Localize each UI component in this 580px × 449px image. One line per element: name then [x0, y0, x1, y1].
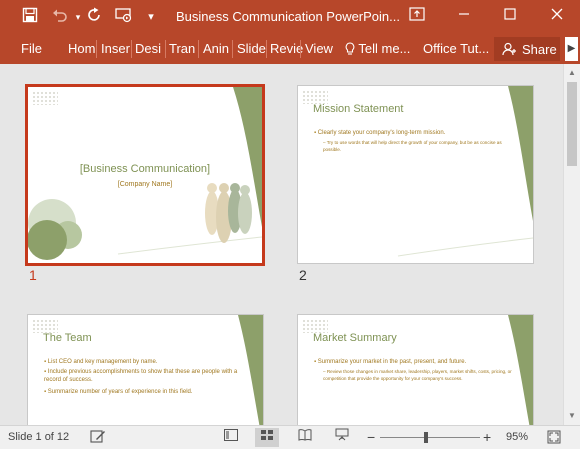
slide-thumbnail-4[interactable]: Market Summary Summarize your market in …	[297, 314, 534, 425]
fit-to-window-icon[interactable]	[547, 430, 561, 447]
save-icon[interactable]	[20, 7, 40, 27]
tab-home[interactable]: Hom	[68, 41, 95, 56]
slide-1-graphics	[28, 87, 262, 260]
tab-insert[interactable]: Inser	[101, 41, 130, 56]
zoom-slider-thumb[interactable]	[424, 432, 428, 443]
notes-edit-icon[interactable]	[90, 429, 106, 447]
share-button[interactable]: Share	[494, 37, 560, 61]
slide-thumbnail-3[interactable]: The Team List CEO and key management by …	[27, 314, 264, 425]
close-icon[interactable]	[547, 7, 567, 27]
tab-separator	[266, 40, 267, 58]
slide-title: Mission Statement	[313, 103, 404, 115]
slide-sorter: [Business Communication] [Company Name] …	[0, 64, 563, 425]
slide-bullet: Summarize number of years of experience …	[44, 388, 244, 396]
tab-file[interactable]: File	[21, 41, 42, 56]
tab-separator	[96, 40, 97, 58]
normal-view-button[interactable]	[219, 428, 243, 447]
minimize-icon[interactable]	[454, 7, 474, 27]
tab-animations[interactable]: Anin	[203, 41, 229, 56]
tab-design[interactable]: Desi	[135, 41, 161, 56]
tell-me-box[interactable]: Tell me...	[345, 41, 410, 56]
title-bar: ▾ ▾ Business Communication PowerPoin...	[0, 0, 580, 34]
tab-separator	[131, 40, 132, 58]
tab-office-tutorials[interactable]: Office Tut...	[423, 41, 489, 56]
present-from-beginning-icon[interactable]	[114, 7, 134, 27]
tab-separator	[300, 40, 301, 58]
tab-separator	[198, 40, 199, 58]
scroll-down-button[interactable]: ▼	[564, 408, 580, 424]
slide-sub-bullet: Try to use words that will help direct t…	[323, 140, 518, 153]
slide-subtitle: [Company Name]	[117, 181, 173, 188]
slide-bullet: Include previous accomplishments to show…	[44, 368, 244, 384]
zoom-out-button[interactable]: −	[367, 429, 375, 445]
scroll-up-button[interactable]: ▲	[564, 65, 580, 81]
slide-title: Market Summary	[313, 332, 397, 344]
tab-separator	[165, 40, 166, 58]
restore-icon[interactable]	[500, 7, 520, 27]
slide-bullet: Summarize your market in the past, prese…	[314, 358, 514, 366]
slide-bullet: Clearly state your company's long-term m…	[314, 129, 514, 137]
tab-slide-show[interactable]: Slide	[237, 41, 266, 56]
ribbon-scroll-right-button[interactable]: ▶	[565, 37, 578, 61]
slide-number: 2	[299, 267, 307, 283]
zoom-slider[interactable]	[380, 437, 480, 438]
slide-sorter-view-button[interactable]	[255, 428, 279, 447]
zoom-level[interactable]: 95%	[506, 431, 528, 443]
slide-title: [Business Communication]	[79, 163, 211, 175]
slide-sub-bullet: Review those changes in market share, le…	[323, 369, 515, 382]
ribbon-tabs: File Hom Inser Desi Tran Anin Slide Revi…	[0, 34, 580, 64]
slideshow-view-button[interactable]	[330, 428, 354, 447]
vertical-scrollbar[interactable]: ▲ ▼	[563, 64, 580, 425]
slide-title: The Team	[43, 332, 92, 344]
slide-thumbnail-2[interactable]: Mission Statement Clearly state your com…	[297, 85, 534, 264]
document-title: Business Communication PowerPoin...	[176, 9, 400, 24]
reading-view-button[interactable]	[293, 428, 317, 447]
tab-separator	[232, 40, 233, 58]
customize-toolbar-icon[interactable]: ▾	[141, 7, 161, 27]
ribbon-display-options-icon[interactable]	[407, 7, 427, 27]
zoom-in-button[interactable]: +	[483, 429, 491, 445]
slide-bullet: List CEO and key management by name.	[44, 358, 244, 366]
undo-icon[interactable]	[50, 7, 70, 27]
tab-view[interactable]: View	[305, 41, 333, 56]
slide-counter[interactable]: Slide 1 of 12	[8, 431, 69, 443]
tell-me-label: Tell me...	[358, 41, 411, 56]
redo-icon[interactable]	[84, 7, 104, 27]
tab-review[interactable]: Revie	[270, 41, 303, 56]
scrollbar-thumb[interactable]	[567, 82, 577, 166]
user-icon	[502, 42, 516, 56]
tab-transitions[interactable]: Tran	[169, 41, 195, 56]
slide-thumbnail-1[interactable]: [Business Communication] [Company Name]	[25, 84, 265, 266]
lightbulb-icon	[345, 42, 355, 55]
status-bar: Slide 1 of 12 − + 95%	[0, 425, 580, 449]
slide-number: 1	[29, 267, 37, 283]
share-label: Share	[522, 41, 557, 57]
